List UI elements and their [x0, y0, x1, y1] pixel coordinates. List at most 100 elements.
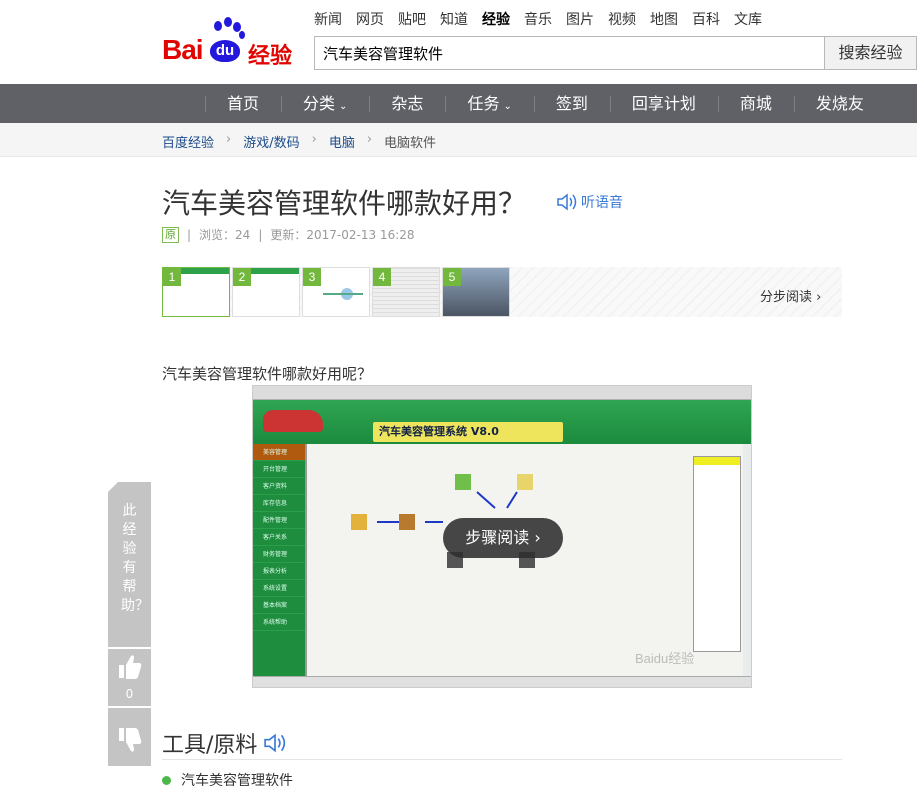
- nav-item-tasks[interactable]: 任务 ⌄: [445, 84, 533, 123]
- product-link-baike[interactable]: 百科: [692, 10, 720, 30]
- thumbs-down-icon: [119, 728, 142, 752]
- nav-item-fans[interactable]: 发烧友: [793, 84, 886, 123]
- step-thumbnails: 1 2 3 4 5: [162, 267, 842, 317]
- tool-list-item: 汽车美容管理软件: [162, 770, 293, 786]
- baidu-jingyan-logo[interactable]: Bai du 经验: [162, 14, 302, 70]
- app-side-item: 开台管理: [253, 461, 305, 478]
- step-thumb-5[interactable]: 5: [442, 267, 510, 317]
- listen-button[interactable]: 听语音: [556, 192, 623, 212]
- breadcrumb-games-digital[interactable]: 游戏/数码: [243, 132, 299, 151]
- product-link-video[interactable]: 视频: [608, 10, 636, 30]
- app-side-item: 库存信息: [253, 495, 305, 512]
- app-canvas: [305, 444, 743, 676]
- image-watermark: Baidu经验: [635, 651, 695, 666]
- original-badge: 原: [162, 226, 179, 243]
- step-thumb-3[interactable]: 3: [302, 267, 370, 317]
- step-read-overlay-button[interactable]: 步骤阅读 ›: [443, 518, 563, 558]
- app-side-item: 客户资料: [253, 478, 305, 495]
- tool-item-text: 汽车美容管理软件: [181, 773, 293, 786]
- step-number: 1: [163, 268, 181, 286]
- chevron-right-icon: ›: [311, 132, 317, 147]
- app-banner: 汽车美容管理系统 V8.0: [253, 400, 751, 444]
- upvote-count: 0: [125, 687, 134, 701]
- tools-heading-text: 工具/原料: [162, 733, 258, 758]
- product-link-music[interactable]: 音乐: [524, 10, 552, 30]
- product-link-jingyan[interactable]: 经验: [482, 10, 510, 30]
- breadcrumb-computer[interactable]: 电脑: [329, 132, 355, 151]
- app-right-panel: [693, 456, 741, 652]
- page-title: 汽车美容管理软件哪款好用？: [162, 187, 527, 220]
- downvote-button[interactable]: [108, 708, 151, 766]
- logo-bai-text: Bai: [162, 34, 204, 65]
- search-button[interactable]: 搜索经验: [824, 36, 917, 70]
- article-image[interactable]: 汽车美容管理系统 V8.0 美容管理 开台管理 客户资料 库存信息 配件管理 客…: [252, 385, 752, 688]
- app-side-item: 配件管理: [253, 512, 305, 529]
- helpful-widget: 此经验有帮助？: [108, 482, 151, 647]
- corner-fold: [108, 482, 118, 492]
- thumbs-up-icon: [119, 655, 142, 679]
- step-number: 5: [443, 268, 461, 286]
- speaker-icon: [557, 193, 577, 211]
- intro-text: 汽车美容管理软件哪款好用呢？: [162, 365, 373, 383]
- nav-item-magazine[interactable]: 杂志: [369, 84, 445, 123]
- tools-heading: 工具/原料: [162, 727, 289, 759]
- upvote-button[interactable]: 0: [108, 649, 151, 706]
- app-side-item: 系统帮助: [253, 614, 305, 631]
- product-nav: 新闻 网页 贴吧 知道 经验 音乐 图片 视频 地图 百科 文库: [314, 10, 776, 30]
- nav-item-label: 发烧友: [815, 94, 864, 113]
- panel-header: [694, 457, 740, 465]
- divider: [162, 759, 842, 760]
- nav-item-checkin[interactable]: 签到: [533, 84, 610, 123]
- step-thumb-4[interactable]: 4: [372, 267, 440, 317]
- chevron-right-icon: ›: [366, 132, 373, 147]
- product-link-news[interactable]: 新闻: [314, 10, 342, 30]
- chevron-down-icon: ⌄: [339, 101, 348, 112]
- breadcrumb-jingyan[interactable]: 百度经验: [162, 132, 214, 151]
- logo-du-text: du: [210, 40, 240, 62]
- app-statusbar: [253, 676, 751, 687]
- app-side-item: 基本档案: [253, 597, 305, 614]
- nav-item-category[interactable]: 分类 ⌄: [281, 84, 369, 123]
- product-link-tieba[interactable]: 贴吧: [398, 10, 426, 30]
- app-title-text: 汽车美容管理系统: [379, 425, 467, 438]
- nav-item-share-plan[interactable]: 回享计划: [609, 84, 718, 123]
- step-number: 3: [303, 268, 321, 286]
- helpful-question: 此经验有帮助？: [121, 503, 149, 614]
- nav-item-label: 分类: [303, 94, 336, 113]
- step-number: 4: [373, 268, 391, 286]
- chevron-down-icon: ⌄: [503, 101, 512, 112]
- breadcrumb-current: 电脑软件: [384, 136, 437, 151]
- app-side-item: 美容管理: [253, 444, 305, 461]
- main-nav-bar: 首页 分类 ⌄ 杂志 任务 ⌄ 签到 回享计划 商城 发烧友: [0, 84, 917, 123]
- app-version: V8.0: [470, 425, 499, 438]
- app-title: 汽车美容管理系统 V8.0: [373, 422, 563, 442]
- car-icon: [263, 410, 323, 432]
- nav-item-label: 首页: [227, 94, 260, 113]
- product-link-map[interactable]: 地图: [650, 10, 678, 30]
- nav-item-home[interactable]: 首页: [205, 84, 281, 123]
- meta-divider: |: [187, 227, 192, 242]
- nav-item-label: 商城: [739, 94, 772, 113]
- product-link-images[interactable]: 图片: [566, 10, 594, 30]
- chevron-right-icon: ›: [226, 132, 232, 147]
- step-number: 2: [233, 268, 251, 286]
- workflow-diagram: [351, 474, 535, 568]
- nav-item-label: 签到: [555, 94, 588, 113]
- update-time: 更新：2017-02-13 16:28: [270, 228, 415, 242]
- app-side-item: 客户关系: [253, 529, 305, 546]
- app-menubar: [253, 386, 751, 400]
- listen-label: 听语音: [581, 195, 623, 211]
- breadcrumb-bar: 百度经验 › 游戏/数码 › 电脑 › 电脑软件: [0, 123, 917, 157]
- step-thumb-1[interactable]: 1: [162, 267, 230, 317]
- product-link-web[interactable]: 网页: [356, 10, 384, 30]
- step-read-link[interactable]: 分步阅读 ›: [760, 286, 821, 305]
- bullet-icon: [162, 775, 171, 785]
- step-thumb-2[interactable]: 2: [232, 267, 300, 317]
- search-input[interactable]: [314, 36, 825, 70]
- product-link-zhidao[interactable]: 知道: [440, 10, 468, 30]
- app-side-item: 报表分析: [253, 563, 305, 580]
- speaker-icon[interactable]: [261, 732, 289, 754]
- product-link-wenku[interactable]: 文库: [734, 10, 762, 30]
- app-side-item: 财务管理: [253, 546, 305, 563]
- nav-item-mall[interactable]: 商城: [717, 84, 794, 123]
